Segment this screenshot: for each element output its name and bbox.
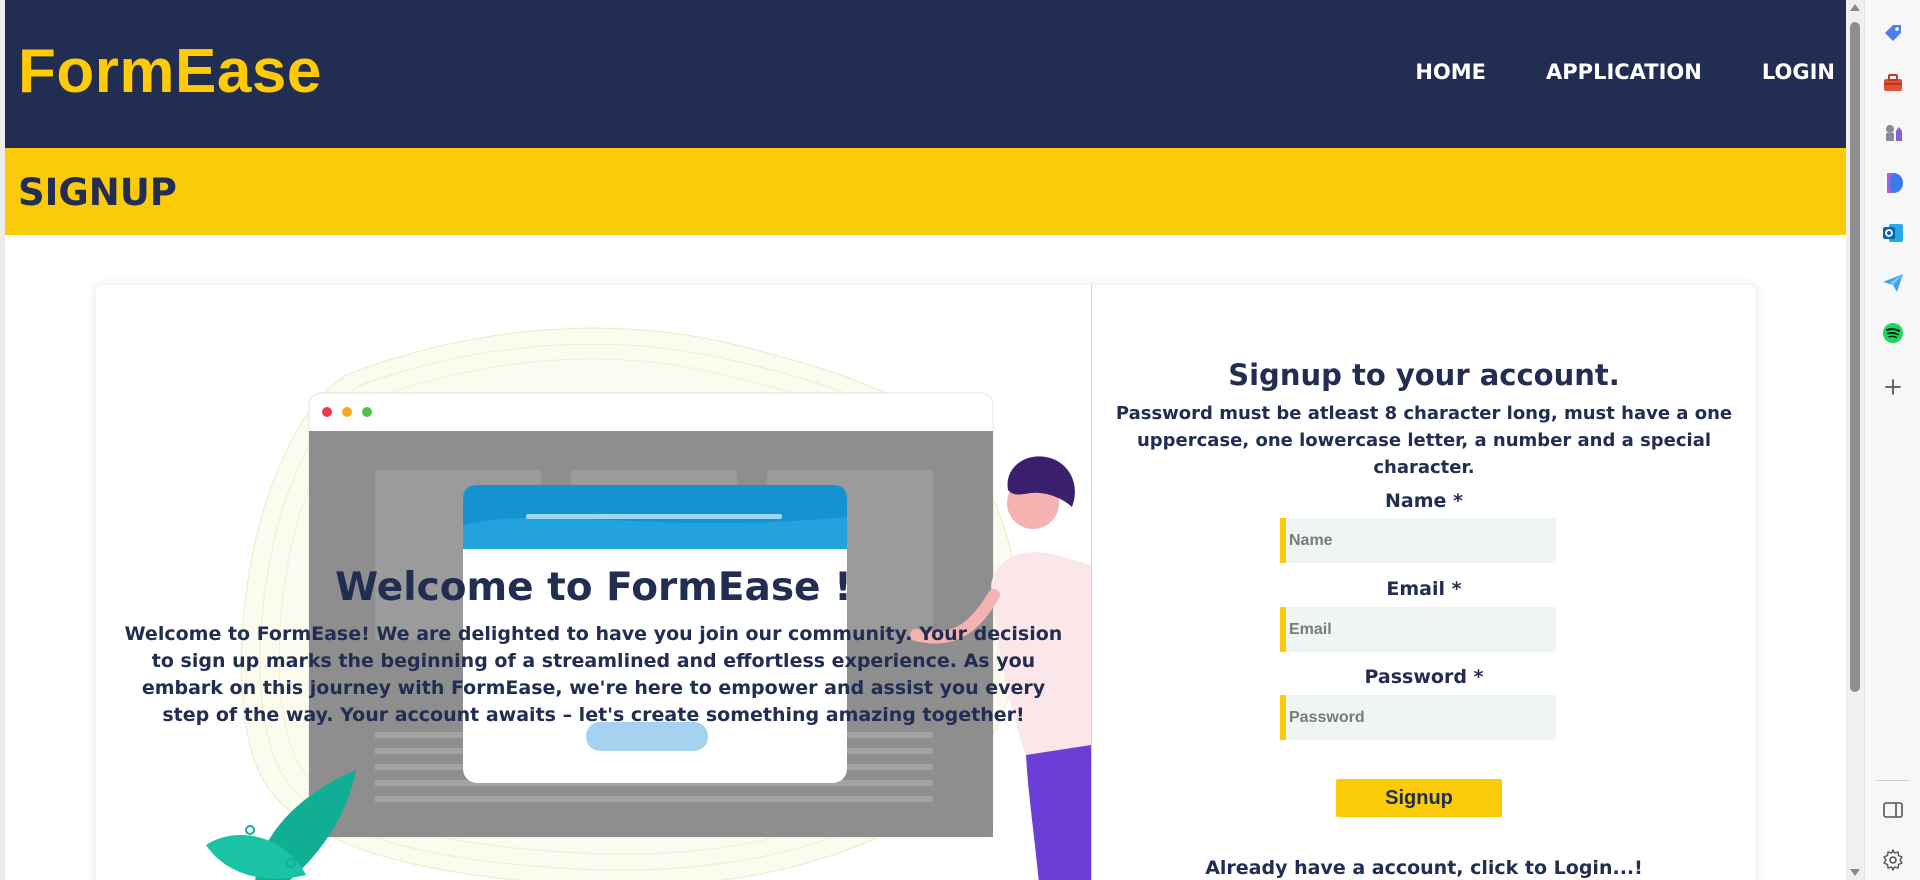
settings-icon[interactable] — [1881, 848, 1905, 872]
send-icon[interactable] — [1881, 271, 1905, 295]
copilot-icon[interactable] — [1881, 171, 1905, 195]
scroll-up-icon[interactable] — [1850, 4, 1860, 11]
signup-button[interactable]: Signup — [1336, 779, 1502, 817]
nav-link-home[interactable]: HOME — [1415, 60, 1486, 84]
brand-logo[interactable]: FormEase — [18, 36, 322, 107]
web-content: FormEase HOME APPLICATION LOGIN SIGNUP W… — [5, 0, 1846, 880]
outlook-icon[interactable] — [1881, 221, 1905, 245]
welcome-title: Welcome to FormEase ! — [335, 565, 852, 610]
welcome-text: Welcome to FormEase! We are delighted to… — [124, 623, 1063, 726]
name-field[interactable] — [1280, 518, 1556, 563]
spotify-icon[interactable] — [1881, 321, 1905, 345]
login-link[interactable]: Already have a account, click to Login..… — [1092, 857, 1756, 879]
signup-form: Signup to your account. Password must be… — [1092, 285, 1756, 880]
navbar: FormEase HOME APPLICATION LOGIN — [5, 0, 1846, 148]
page: FormEase HOME APPLICATION LOGIN SIGNUP W… — [0, 0, 1920, 880]
page-scrollbar[interactable] — [1846, 0, 1864, 880]
toolbox-icon[interactable] — [1881, 71, 1905, 95]
password-field[interactable] — [1280, 695, 1556, 740]
panel-icon[interactable] — [1881, 798, 1905, 822]
form-title: Signup to your account. — [1228, 358, 1620, 392]
tag-icon[interactable] — [1881, 21, 1905, 45]
nav-links: HOME APPLICATION LOGIN — [1355, 60, 1835, 84]
name-label: Name * — [1385, 490, 1463, 512]
chess-icon[interactable] — [1881, 121, 1905, 145]
sidebar-divider — [1877, 780, 1909, 781]
welcome-panel: Welcome to FormEase ! Welcome to FormEas… — [96, 285, 1091, 880]
signup-card: Welcome to FormEase ! Welcome to FormEas… — [96, 285, 1756, 880]
browser-sidebar — [1864, 0, 1920, 880]
scroll-down-icon[interactable] — [1850, 869, 1860, 876]
scroll-thumb[interactable] — [1850, 22, 1860, 692]
email-label: Email * — [1386, 578, 1462, 600]
page-title: SIGNUP — [18, 171, 177, 214]
nav-link-application[interactable]: APPLICATION — [1546, 60, 1702, 84]
page-banner: SIGNUP — [5, 148, 1846, 235]
password-label: Password * — [1364, 666, 1484, 688]
email-field[interactable] — [1280, 607, 1556, 652]
add-icon[interactable] — [1881, 375, 1905, 399]
password-requirements: Password must be atleast 8 character lon… — [1115, 403, 1733, 478]
nav-link-login[interactable]: LOGIN — [1762, 60, 1835, 84]
